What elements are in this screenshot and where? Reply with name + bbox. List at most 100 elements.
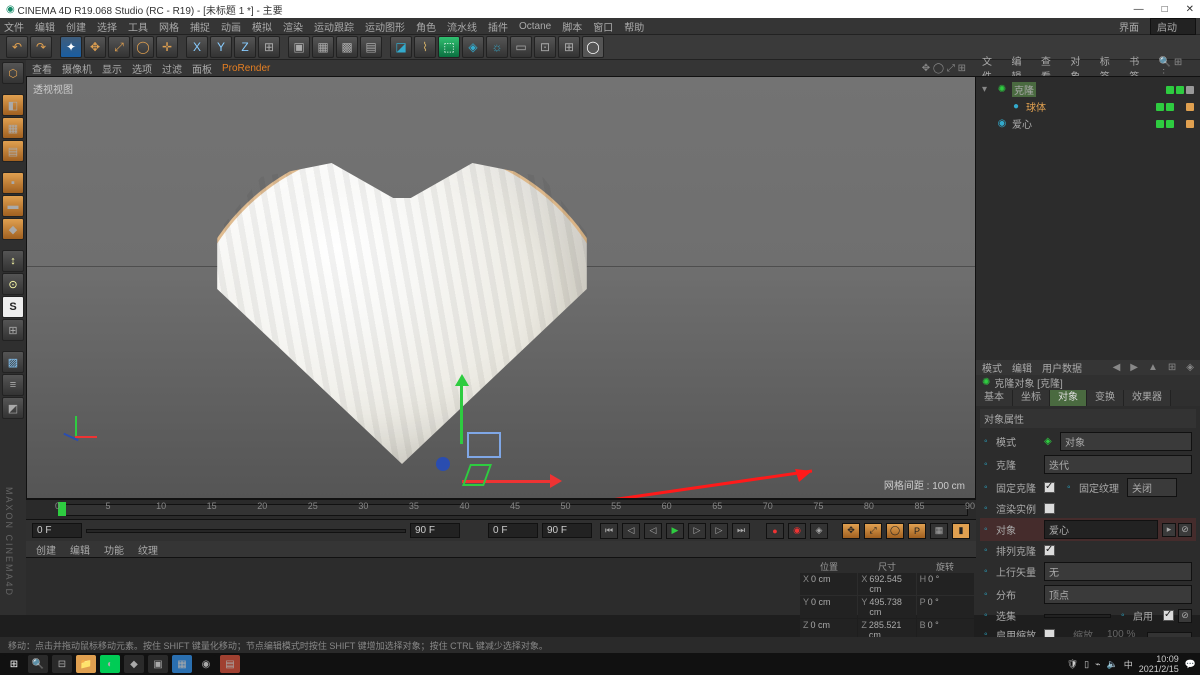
workplane-mode-button[interactable]: ▤ — [2, 140, 24, 162]
scale-tool[interactable]: ⤢ — [108, 36, 130, 58]
attr-tab-transform[interactable]: 变换 — [1087, 390, 1124, 406]
frame-end-field[interactable]: 90 F — [410, 523, 460, 538]
material-tab[interactable]: 功能 — [104, 542, 124, 557]
gizmo-z-axis[interactable] — [436, 457, 450, 471]
object-row-heart[interactable]: ◉ 爱心 — [982, 115, 1194, 132]
edge-mode-button[interactable]: ▬ — [2, 195, 24, 217]
material-tab[interactable]: 创建 — [36, 542, 56, 557]
key-rot-button[interactable]: ◯ — [886, 523, 904, 539]
attr-tab-effectors[interactable]: 效果器 — [1124, 390, 1171, 406]
key-scale-button[interactable]: ⤢ — [864, 523, 882, 539]
start-button[interactable]: ⊞ — [4, 655, 24, 673]
goto-start-button[interactable]: ⏮ — [600, 523, 618, 539]
menu-item[interactable]: 文件 — [4, 19, 24, 34]
attr-tab-basic[interactable]: 基本 — [976, 390, 1013, 406]
next-frame-button[interactable]: ▷ — [688, 523, 706, 539]
maximize-button[interactable]: □ — [1162, 4, 1168, 15]
system-tray[interactable]: 🛡 ▯ ⌁ 🔈 中 10:09 2021/2/15 💬 — [1067, 654, 1196, 674]
am-new-icon[interactable]: ◈ — [1186, 362, 1194, 373]
close-button[interactable]: ✕ — [1186, 4, 1194, 15]
snap-button[interactable]: S — [2, 296, 24, 318]
axis-button[interactable]: ↕ — [2, 250, 24, 272]
object-row-sphere[interactable]: ● 球体 — [982, 98, 1194, 115]
arrange-checkbox[interactable] — [1044, 545, 1055, 556]
vp-menu-item[interactable]: 查看 — [32, 61, 52, 76]
am-menu-item[interactable]: 模式 — [982, 360, 1002, 375]
undo-button[interactable]: ↶ — [6, 36, 28, 58]
clone-dropdown[interactable]: 迭代 — [1044, 455, 1192, 474]
render-instance-checkbox[interactable] — [1044, 503, 1055, 514]
am-nav-fwd[interactable]: ▶ — [1130, 362, 1138, 373]
spline-button[interactable]: ⌇ — [414, 36, 436, 58]
gizmo-plane-xz[interactable] — [467, 432, 501, 458]
vp-menu-item[interactable]: 选项 — [132, 61, 152, 76]
misc-button[interactable]: ◩ — [2, 397, 24, 419]
prev-frame-button[interactable]: ◁ — [644, 523, 662, 539]
fixtex-dropdown[interactable]: 关闭 — [1127, 478, 1177, 497]
rotate-tool[interactable]: ◯ — [132, 36, 154, 58]
vp-menu-item[interactable]: 过滤 — [162, 61, 182, 76]
object-row-cloner[interactable]: ▾ ✺ 克隆 — [982, 81, 1194, 98]
light-button[interactable]: ⊡ — [534, 36, 556, 58]
pos-y-field[interactable]: Y0 cm — [800, 596, 857, 618]
menu-item[interactable]: 选择 — [97, 19, 117, 34]
rot-p-field[interactable]: P0 ° — [917, 596, 974, 618]
tray-icon[interactable]: ▯ — [1084, 659, 1089, 670]
environment-button[interactable]: ☼ — [486, 36, 508, 58]
select-tool[interactable]: ✦ — [60, 36, 82, 58]
frame-range-field[interactable]: 90 F — [542, 523, 592, 538]
render-settings-button[interactable]: ▤ — [360, 36, 382, 58]
size-y-field[interactable]: Y495.738 cm — [858, 596, 915, 618]
material-tab[interactable]: 纹理 — [138, 542, 158, 557]
viewport-perspective[interactable]: 透视视图 网格间距 : 100 cm — [26, 76, 976, 499]
upvector-dropdown[interactable]: 无 — [1044, 562, 1192, 581]
fixclone-checkbox[interactable] — [1044, 482, 1055, 493]
mograph-button[interactable]: ⊞ — [558, 36, 580, 58]
key-mode-button[interactable]: ▮ — [952, 523, 970, 539]
mode-dropdown[interactable]: 对象 — [1060, 432, 1192, 451]
am-menu-item[interactable]: 用户数据 — [1042, 360, 1082, 375]
size-x-field[interactable]: X692.545 cm — [858, 573, 915, 595]
play-button[interactable]: ▶ — [666, 523, 684, 539]
search-button[interactable]: 🔍 — [28, 655, 48, 673]
am-nav-back[interactable]: ◀ — [1113, 362, 1121, 373]
menu-item[interactable]: 动画 — [221, 19, 241, 34]
render-view-button[interactable]: ▣ — [288, 36, 310, 58]
minimize-button[interactable]: ― — [1134, 4, 1144, 15]
object-name[interactable]: 球体 — [1026, 99, 1046, 114]
record-button[interactable]: ● — [766, 523, 784, 539]
task-c4d-icon[interactable]: ▦ — [172, 655, 192, 673]
frame-start-field[interactable]: 0 F — [32, 523, 82, 538]
enable-checkbox[interactable] — [1163, 610, 1174, 621]
timeline-scrollbar[interactable] — [86, 529, 406, 533]
menu-item[interactable]: Octane — [519, 21, 551, 32]
vp-menu-item[interactable]: 摄像机 — [62, 61, 92, 76]
task-edge-icon[interactable]: ◐ — [100, 655, 120, 673]
selection-field[interactable] — [1044, 614, 1111, 618]
autokey-button[interactable]: ◉ — [788, 523, 806, 539]
vp-nav-icon[interactable]: ✥ ◯ ⤢ ⊞ — [922, 63, 970, 74]
camera-button[interactable]: ▭ — [510, 36, 532, 58]
am-nav-up[interactable]: ▲ — [1148, 362, 1158, 373]
material-tab[interactable]: 编辑 — [70, 542, 90, 557]
menu-item[interactable]: 帮助 — [624, 19, 644, 34]
coord-system-button[interactable]: ⊞ — [258, 36, 280, 58]
task-app2-icon[interactable]: ▣ — [148, 655, 168, 673]
menu-item[interactable]: 模拟 — [252, 19, 272, 34]
menu-item[interactable]: 运动图形 — [365, 19, 405, 34]
axis-z-button[interactable]: Z — [234, 36, 256, 58]
xray-button[interactable]: ▨ — [2, 351, 24, 373]
menu-item[interactable]: 编辑 — [35, 19, 55, 34]
menu-item[interactable]: 工具 — [128, 19, 148, 34]
menu-item[interactable]: 运动跟踪 — [314, 19, 354, 34]
render-region-button[interactable]: ▦ — [312, 36, 334, 58]
make-editable-button[interactable]: ⬡ — [2, 62, 24, 84]
vp-menu-item[interactable]: 面板 — [192, 61, 212, 76]
redo-button[interactable]: ↷ — [30, 36, 52, 58]
object-name[interactable]: 爱心 — [1012, 116, 1032, 131]
object-link-clear-icon[interactable]: ⊘ — [1178, 523, 1192, 537]
axis-y-button[interactable]: Y — [210, 36, 232, 58]
point-mode-button[interactable]: ▪ — [2, 172, 24, 194]
workplane-button[interactable]: ⊞ — [2, 319, 24, 341]
task-app-icon[interactable]: ◆ — [124, 655, 144, 673]
